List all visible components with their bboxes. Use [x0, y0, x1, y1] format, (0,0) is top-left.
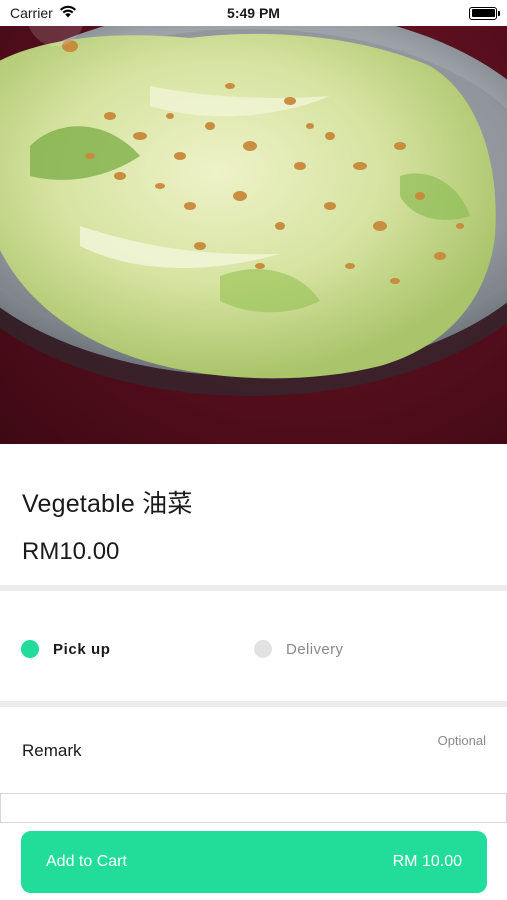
remark-input[interactable] [0, 793, 507, 823]
add-to-cart-label: Add to Cart [46, 853, 127, 870]
status-bar: Carrier 5:49 PM [0, 0, 507, 26]
radio-unselected-icon[interactable] [254, 640, 272, 658]
carrier-label: Carrier [10, 5, 53, 21]
add-to-cart-button[interactable]: Add to Cart RM 10.00 [21, 831, 487, 893]
wifi-icon [59, 5, 77, 21]
option-pickup-label: Pick up [53, 640, 111, 658]
battery-icon [469, 6, 500, 20]
food-image [0, 26, 507, 396]
fulfillment-options: Pick up Delivery [0, 591, 507, 701]
item-photo [0, 26, 507, 444]
option-pickup[interactable]: Pick up [21, 640, 111, 658]
status-left: Carrier [10, 5, 77, 21]
remark-optional-hint: Optional [437, 733, 486, 748]
radio-selected-icon[interactable] [21, 640, 39, 658]
cart-total: RM 10.00 [392, 853, 462, 870]
item-info: Vegetable 油菜 RM10.00 [0, 444, 507, 586]
remark-section: Remark Optional [0, 707, 507, 793]
item-price: RM10.00 [22, 538, 120, 565]
item-name: Vegetable 油菜 [22, 490, 193, 518]
option-delivery-label: Delivery [286, 640, 344, 658]
option-delivery[interactable]: Delivery [254, 640, 343, 658]
remark-label: Remark [22, 741, 82, 760]
